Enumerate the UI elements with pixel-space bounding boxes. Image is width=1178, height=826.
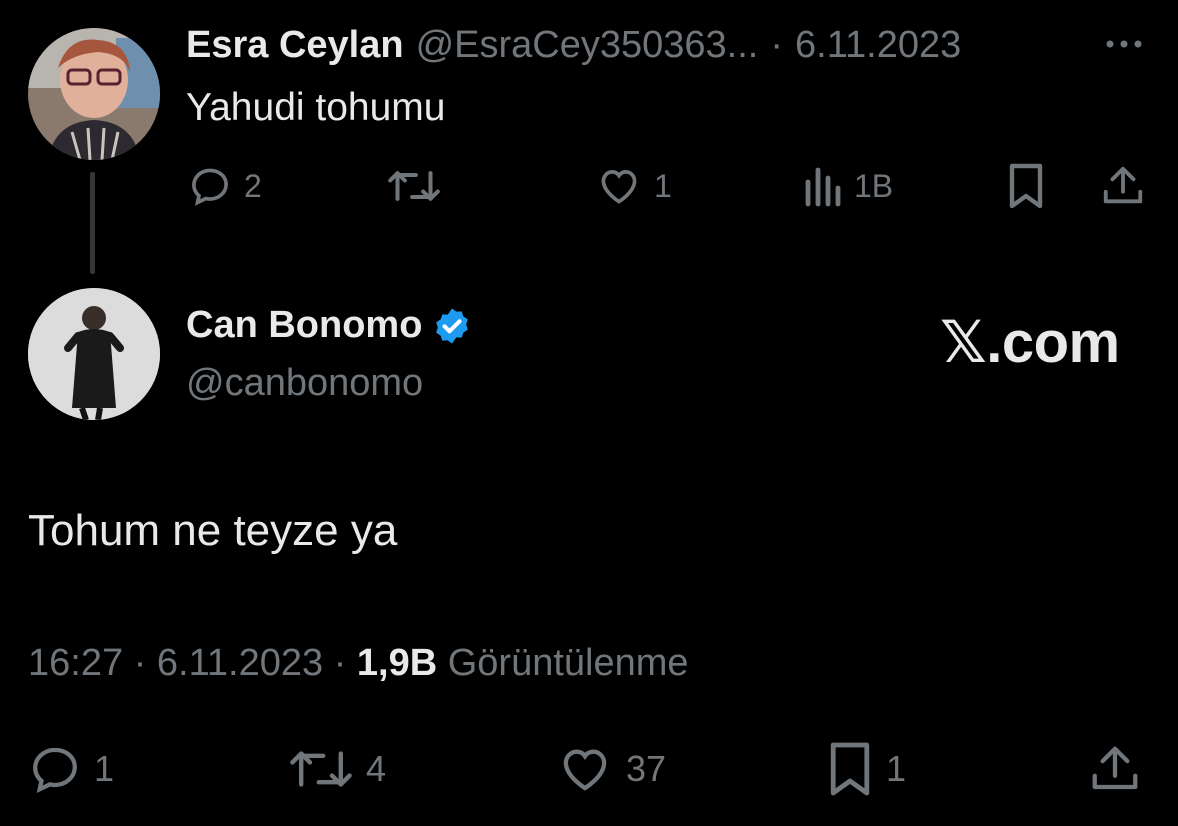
main-tweet-meta: 16:27 · 6.11.2023 · 1,9B Görüntülenme	[28, 642, 689, 685]
parent-tweet-text: Yahudi tohumu	[186, 86, 446, 129]
parent-like-count: 1	[654, 167, 672, 204]
bookmark-icon	[830, 742, 870, 796]
parent-views-button[interactable]: 1B	[802, 164, 893, 208]
meta-separator: ·	[333, 642, 347, 684]
x-com-brand-logo: 𝕏.com	[940, 308, 1120, 376]
main-reply-button[interactable]: 1	[28, 742, 114, 796]
heart-icon	[601, 170, 637, 204]
share-icon	[1092, 746, 1138, 790]
main-share-button[interactable]	[1088, 740, 1142, 798]
avatar-photo	[28, 28, 160, 160]
main-tweet-header: Can Bonomo	[186, 304, 472, 347]
main-reply-count: 1	[94, 748, 115, 789]
main-views-count[interactable]: 1,9B	[357, 642, 437, 684]
main-author-handle[interactable]: @canbonomo	[186, 362, 423, 405]
main-tweet-text: Tohum ne teyze ya	[28, 506, 398, 555]
parent-reply-button[interactable]: 2	[188, 164, 262, 208]
avatar-photo	[28, 288, 160, 420]
retweet-icon	[388, 171, 440, 201]
heart-icon	[563, 749, 607, 791]
main-like-button[interactable]: 37	[556, 742, 666, 796]
x-logo-icon: 𝕏	[940, 310, 987, 375]
main-author-avatar[interactable]	[28, 288, 160, 420]
parent-author-avatar[interactable]	[28, 28, 160, 160]
parent-views-count: 1B	[854, 167, 894, 204]
main-tweet-time[interactable]: 16:27	[28, 642, 123, 684]
thread-connector-line	[90, 172, 95, 274]
parent-retweet-button[interactable]	[386, 164, 442, 208]
parent-tweet-date[interactable]: 6.11.2023	[795, 24, 961, 67]
brand-domain: .com	[986, 310, 1120, 375]
main-retweet-count: 4	[366, 748, 387, 789]
parent-like-button[interactable]: 1	[596, 164, 672, 208]
main-views-label: Görüntülenme	[447, 642, 689, 684]
reply-icon	[192, 168, 228, 206]
verified-badge-icon	[436, 308, 469, 343]
bookmark-icon	[1009, 163, 1043, 209]
main-tweet-date[interactable]: 6.11.2023	[157, 642, 323, 684]
share-icon	[1103, 166, 1143, 204]
main-bookmark-button[interactable]: 1	[826, 740, 906, 798]
main-author-name[interactable]: Can Bonomo	[186, 304, 422, 347]
retweet-icon	[290, 751, 352, 787]
header-separator: ·	[770, 24, 783, 66]
views-icon	[805, 167, 841, 207]
parent-bookmark-button[interactable]	[1006, 162, 1046, 210]
main-retweet-button[interactable]: 4	[288, 742, 386, 796]
parent-tweet-header: Esra Ceylan @EsraCey350363... · 6.11.202…	[186, 24, 961, 67]
parent-reply-count: 2	[244, 167, 262, 204]
reply-icon	[33, 747, 77, 794]
parent-share-button[interactable]	[1100, 162, 1146, 210]
parent-author-handle[interactable]: @EsraCey350363...	[416, 24, 759, 67]
meta-separator: ·	[133, 642, 147, 684]
main-like-count: 37	[626, 748, 667, 789]
main-bookmark-count: 1	[886, 748, 907, 789]
parent-author-name[interactable]: Esra Ceylan	[186, 24, 404, 67]
more-options-icon[interactable]	[1100, 24, 1148, 64]
